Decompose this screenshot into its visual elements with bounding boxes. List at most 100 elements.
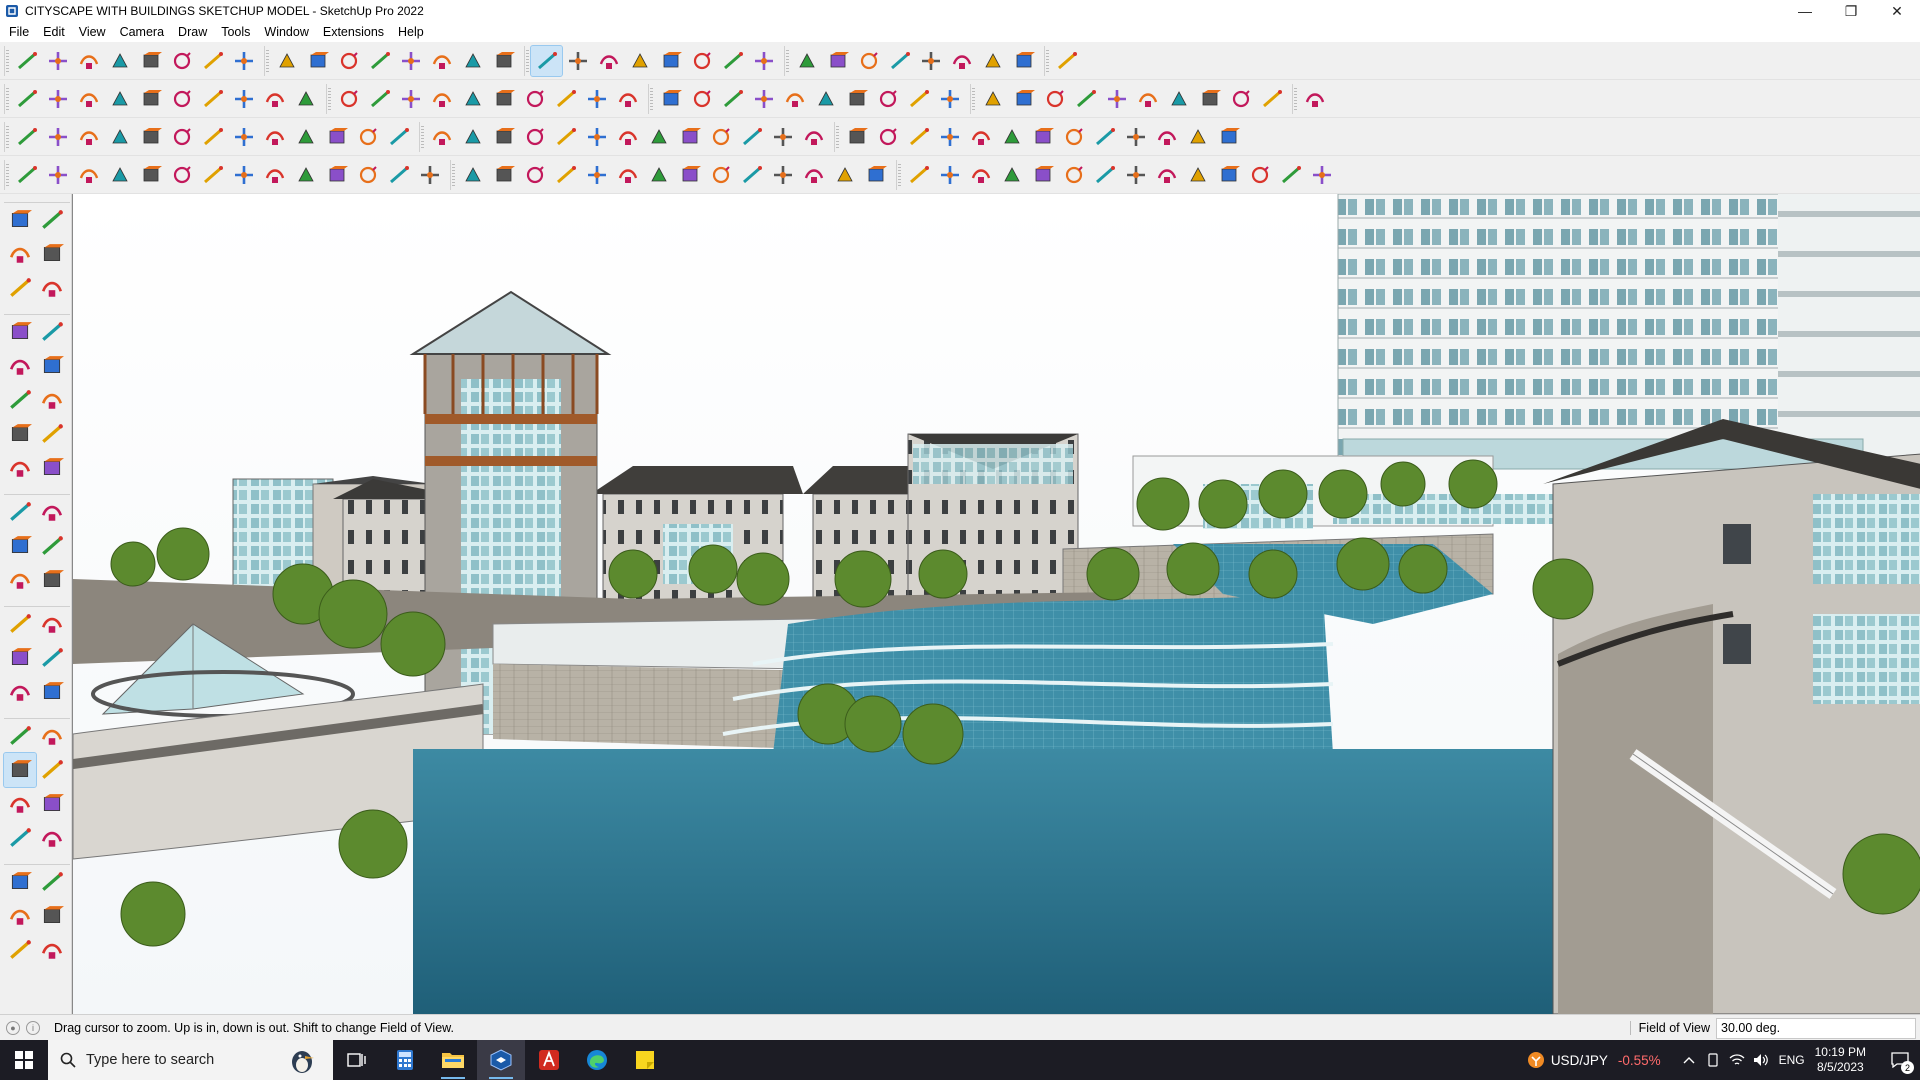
pushpull-magenta-icon[interactable]: [259, 84, 290, 114]
palette-tape-icon[interactable]: [4, 607, 36, 641]
rotate-icon[interactable]: [302, 46, 333, 76]
draw27-icon[interactable]: [829, 160, 860, 190]
draw13-icon[interactable]: [383, 160, 414, 190]
show-hidden-icons-button[interactable]: [1677, 1040, 1701, 1080]
palette-pie-icon[interactable]: [36, 417, 68, 451]
house4-icon[interactable]: [581, 84, 612, 114]
draw1-icon[interactable]: [11, 160, 42, 190]
push-pull-icon[interactable]: [197, 46, 228, 76]
arc-dots-icon[interactable]: [1182, 122, 1213, 152]
plus-green-icon[interactable]: [488, 122, 519, 152]
palette-layers4-icon[interactable]: [36, 933, 68, 967]
shape6-icon[interactable]: [934, 84, 965, 114]
face-add-icon[interactable]: [457, 84, 488, 114]
tool6-icon[interactable]: [1256, 84, 1287, 114]
palette-offset-icon[interactable]: [36, 563, 68, 597]
pushpull-red-icon[interactable]: [104, 84, 135, 114]
palette-walk-icon[interactable]: [4, 865, 36, 899]
draw28-icon[interactable]: [860, 160, 891, 190]
tool2-icon[interactable]: [1132, 84, 1163, 114]
draw3-icon[interactable]: [73, 160, 104, 190]
section-icon[interactable]: [624, 46, 655, 76]
draw40-icon[interactable]: [1244, 160, 1275, 190]
gem-icon[interactable]: [965, 122, 996, 152]
shape8-icon[interactable]: [1008, 84, 1039, 114]
plane-white-icon[interactable]: [166, 122, 197, 152]
hatch3-icon[interactable]: [1120, 122, 1151, 152]
plane-red-icon[interactable]: [135, 122, 166, 152]
slash2-icon[interactable]: [364, 84, 395, 114]
hide-icon[interactable]: [946, 46, 977, 76]
orbit-icon[interactable]: [457, 46, 488, 76]
start-button[interactable]: [0, 1040, 48, 1080]
draw26-icon[interactable]: [798, 160, 829, 190]
draw11-icon[interactable]: [321, 160, 352, 190]
leaf-icon[interactable]: [841, 122, 872, 152]
draw18-icon[interactable]: [550, 160, 581, 190]
draw12-icon[interactable]: [352, 160, 383, 190]
tool5-icon[interactable]: [1225, 84, 1256, 114]
tool3-icon[interactable]: [1163, 84, 1194, 114]
draw37-icon[interactable]: [1151, 160, 1182, 190]
palette-orbit2-icon[interactable]: [4, 719, 36, 753]
draw38-icon[interactable]: [1182, 160, 1213, 190]
menu-camera[interactable]: Camera: [113, 22, 171, 42]
spiral-icon[interactable]: [705, 122, 736, 152]
text-icon[interactable]: [395, 46, 426, 76]
measurements-input[interactable]: [1716, 1017, 1916, 1039]
shaded-box-icon[interactable]: [42, 84, 73, 114]
house2-icon[interactable]: [519, 84, 550, 114]
plane-green-icon[interactable]: [104, 122, 135, 152]
grid-lines-icon[interactable]: [259, 122, 290, 152]
palette-paint-icon[interactable]: [4, 237, 36, 271]
styles-icon[interactable]: [717, 46, 748, 76]
rotate-orange-icon[interactable]: [197, 122, 228, 152]
menu-edit[interactable]: Edit: [36, 22, 72, 42]
house1-icon[interactable]: [488, 84, 519, 114]
taskbar-calculator[interactable]: [381, 1040, 429, 1080]
taskbar-clock[interactable]: 10:19 PM 8/5/2023: [1815, 1045, 1866, 1075]
draw34-icon[interactable]: [1058, 160, 1089, 190]
draw7-icon[interactable]: [197, 160, 228, 190]
scale-icon[interactable]: [333, 46, 364, 76]
palette-3d-text-icon[interactable]: [36, 675, 68, 709]
extension-icon[interactable]: [791, 46, 822, 76]
palette-section-icon[interactable]: [36, 865, 68, 899]
pushpull-orange-icon[interactable]: [197, 84, 228, 114]
palette-rotate-icon[interactable]: [4, 529, 36, 563]
volume-tray[interactable]: [1749, 1040, 1773, 1080]
palette-pan-icon[interactable]: [36, 719, 68, 753]
knife-icon[interactable]: [748, 84, 779, 114]
palette-dimension-icon[interactable]: [36, 607, 68, 641]
taskbar-sticky-notes[interactable]: [621, 1040, 669, 1080]
stop-icon[interactable]: [1051, 46, 1082, 76]
shape5-icon[interactable]: [903, 84, 934, 114]
cityscape-model-render[interactable]: [73, 194, 1920, 1014]
draw32-icon[interactable]: [996, 160, 1027, 190]
palette-rectangle-icon[interactable]: [4, 349, 36, 383]
draw24-icon[interactable]: [736, 160, 767, 190]
minimize-button[interactable]: —: [1782, 0, 1828, 22]
shape10-icon[interactable]: [1070, 84, 1101, 114]
network-tray[interactable]: [1725, 1040, 1749, 1080]
draw17-icon[interactable]: [519, 160, 550, 190]
restore-button[interactable]: ❐: [1828, 0, 1874, 22]
palette-protractor-icon[interactable]: [4, 641, 36, 675]
geo-location-icon[interactable]: ●: [6, 1020, 20, 1035]
draw5-icon[interactable]: [135, 160, 166, 190]
freehand-icon[interactable]: [135, 46, 166, 76]
palette-layers1-icon[interactable]: [4, 899, 36, 933]
menu-window[interactable]: Window: [257, 22, 315, 42]
select-icon[interactable]: [42, 46, 73, 76]
hook2-icon[interactable]: [674, 122, 705, 152]
palette-follow-me-icon[interactable]: [36, 529, 68, 563]
draw36-icon[interactable]: [1120, 160, 1151, 190]
zoom-icon[interactable]: [11, 46, 42, 76]
shape7-icon[interactable]: [977, 84, 1008, 114]
formula-icon[interactable]: [686, 84, 717, 114]
taskbar-edge[interactable]: [573, 1040, 621, 1080]
hook1-icon[interactable]: [643, 122, 674, 152]
draw8-icon[interactable]: [228, 160, 259, 190]
plane-blue2-icon[interactable]: [42, 122, 73, 152]
taskbar-acrobat[interactable]: [525, 1040, 573, 1080]
